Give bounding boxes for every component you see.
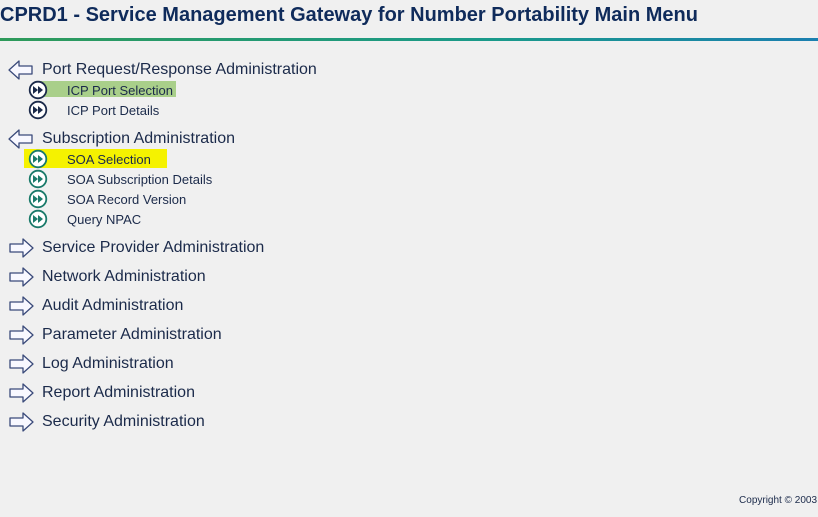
menu-section-network[interactable]: Network Administration — [8, 265, 206, 289]
menu-section-report[interactable]: Report Administration — [8, 381, 195, 405]
fast-forward-icon — [28, 209, 48, 229]
left-arrow-icon — [8, 129, 33, 149]
menu-item-soa-record-version[interactable]: SOA Record Version — [28, 189, 186, 209]
menu-section-parameter[interactable]: Parameter Administration — [8, 323, 222, 347]
menu-section-audit[interactable]: Audit Administration — [8, 294, 183, 318]
menu-section-label: Subscription Administration — [42, 130, 235, 147]
menu-item-label: SOA Record Version — [67, 191, 187, 207]
fast-forward-icon — [28, 189, 48, 209]
right-arrow-icon — [9, 383, 34, 403]
fast-forward-icon — [28, 100, 48, 120]
menu-section-label: Network Administration — [42, 268, 206, 285]
menu-section-label: Service Provider Administration — [42, 239, 265, 256]
menu-item-soa-subscription-details[interactable]: SOA Subscription Details — [28, 169, 212, 189]
left-arrow-icon — [8, 60, 33, 80]
menu-item-label: Query NPAC — [67, 211, 142, 227]
fast-forward-icon — [28, 149, 48, 169]
menu-section-label: Parameter Administration — [42, 326, 222, 343]
right-arrow-icon — [9, 412, 34, 432]
menu-section-port-request[interactable]: Port Request/Response Administration — [8, 58, 317, 82]
menu-item-label: ICP Port Selection — [67, 82, 173, 98]
right-arrow-icon — [9, 296, 34, 316]
right-arrow-icon — [9, 354, 34, 374]
menu-item-label: SOA Subscription Details — [67, 171, 213, 187]
menu-item-query-npac[interactable]: Query NPAC — [28, 209, 141, 229]
menu-section-service-provider[interactable]: Service Provider Administration — [8, 236, 264, 260]
menu-section-label: Port Request/Response Administration — [42, 61, 317, 78]
right-arrow-icon — [9, 325, 34, 345]
right-arrow-icon — [9, 267, 34, 287]
menu-section-log[interactable]: Log Administration — [8, 352, 174, 376]
fast-forward-icon — [28, 80, 48, 100]
page-header: CPRD1 - Service Management Gateway for N… — [0, 0, 818, 42]
menu-item-label: ICP Port Details — [67, 102, 160, 118]
menu-section-label: Report Administration — [42, 384, 195, 401]
menu-item-icp-port-details[interactable]: ICP Port Details — [28, 100, 159, 120]
menu-section-subscription[interactable]: Subscription Administration — [8, 127, 235, 151]
page-title: CPRD1 - Service Management Gateway for N… — [0, 4, 698, 26]
right-arrow-icon — [9, 238, 34, 258]
title-divider — [0, 38, 818, 41]
menu-item-soa-selection[interactable]: SOA Selection — [28, 149, 151, 169]
menu-section-label: Audit Administration — [42, 297, 184, 314]
menu-item-label: SOA Selection — [67, 151, 151, 167]
menu-item-icp-port-selection[interactable]: ICP Port Selection — [28, 80, 173, 100]
menu-section-label: Security Administration — [42, 413, 205, 430]
fast-forward-icon — [28, 169, 48, 189]
copyright-notice: Copyright © 2003 — [739, 495, 817, 506]
menu-section-security[interactable]: Security Administration — [8, 410, 205, 434]
menu-section-label: Log Administration — [42, 355, 174, 372]
